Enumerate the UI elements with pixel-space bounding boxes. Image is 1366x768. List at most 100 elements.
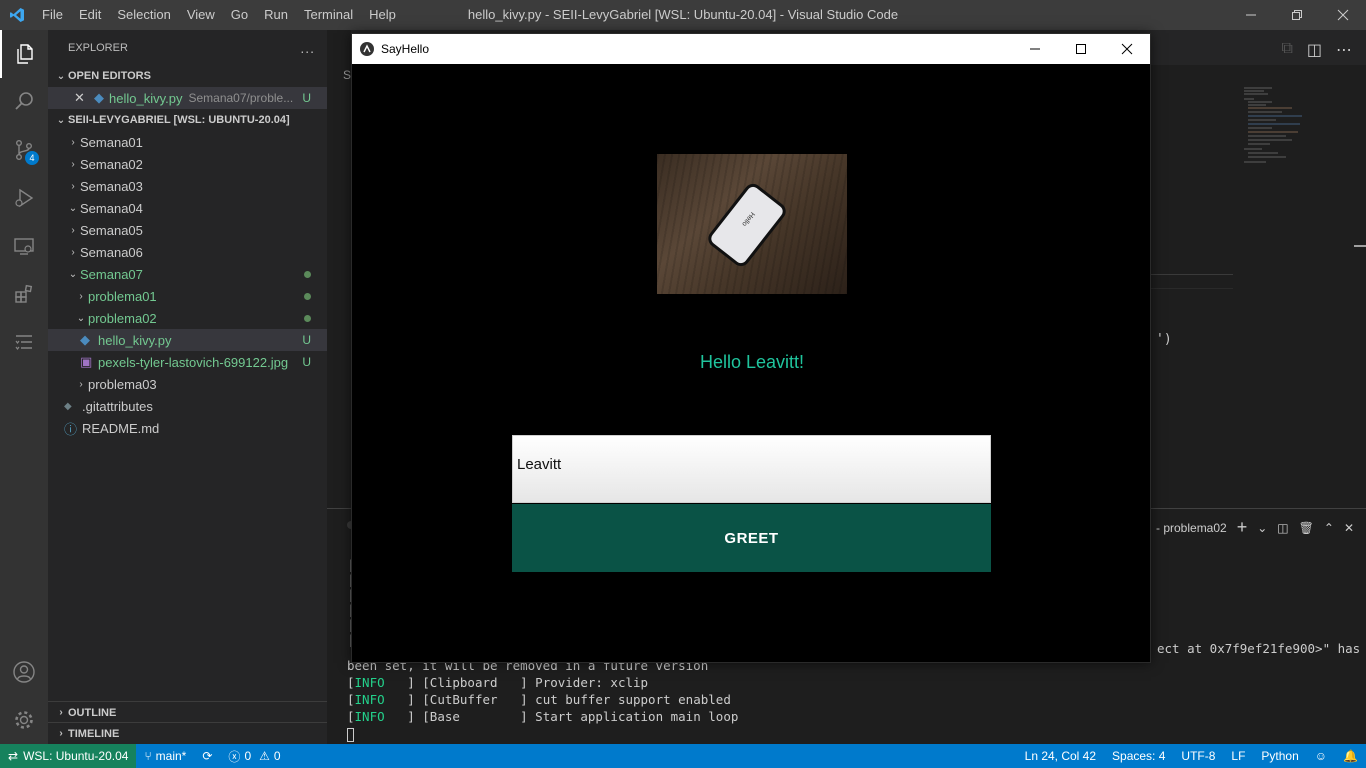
menu-help[interactable]: Help: [361, 0, 404, 30]
settings-gear-icon[interactable]: [0, 696, 48, 744]
greet-button[interactable]: GREET: [512, 504, 991, 572]
split-editor-icon[interactable]: ◫: [1307, 40, 1322, 60]
extensions-icon[interactable]: [0, 270, 48, 318]
menu-edit[interactable]: Edit: [71, 0, 109, 30]
warning-count: 0: [273, 749, 281, 763]
source-control-icon[interactable]: 4: [0, 126, 48, 174]
tree-file-selected[interactable]: ◆ hello_kivy.py U: [48, 329, 327, 351]
untracked-status: U: [302, 333, 311, 347]
sync-button[interactable]: ⟳: [194, 749, 220, 763]
open-editor-item[interactable]: ✕ ◆ hello_kivy.py Semana07/proble... U: [48, 87, 327, 109]
trash-icon[interactable]: 🗑: [1299, 521, 1314, 535]
new-terminal-icon[interactable]: +: [1237, 517, 1248, 538]
split-terminal-icon[interactable]: ◫: [1277, 521, 1288, 535]
testing-icon[interactable]: [0, 318, 48, 366]
chevron-right-icon: ›: [59, 728, 63, 739]
menu-bar: File Edit Selection View Go Run Terminal…: [34, 0, 404, 30]
close-button[interactable]: [1320, 0, 1366, 30]
folder-label: problema01: [88, 288, 157, 304]
menu-terminal[interactable]: Terminal: [296, 0, 361, 30]
tree-folder[interactable]: ⌄ Semana07: [48, 263, 327, 285]
vscode-logo-icon: [0, 0, 34, 30]
tree-folder[interactable]: › problema01: [48, 285, 327, 307]
explorer-sidebar: EXPLORER ... ⌄ OPEN EDITORS ✕ ◆ hello_ki…: [48, 30, 327, 744]
tree-file[interactable]: ◆ .gitattributes: [48, 395, 327, 417]
divider: [1147, 288, 1233, 289]
menu-selection[interactable]: Selection: [109, 0, 178, 30]
tree-folder[interactable]: ⌄ Semana04: [48, 197, 327, 219]
feedback-icon[interactable]: ☺: [1307, 749, 1335, 763]
image-file-icon: ▣: [80, 354, 93, 369]
menu-go[interactable]: Go: [223, 0, 256, 30]
notifications-bell-icon[interactable]: 🔔: [1335, 749, 1366, 763]
editor-tab[interactable]: [327, 30, 351, 65]
chevron-down-icon: ⌄: [56, 70, 66, 82]
branch-indicator[interactable]: ⑂ main*: [136, 749, 194, 763]
menu-run[interactable]: Run: [256, 0, 296, 30]
minimize-button[interactable]: [1012, 34, 1058, 64]
explorer-icon[interactable]: [0, 30, 48, 78]
search-icon[interactable]: [0, 78, 48, 126]
git-modified-dot: [304, 292, 311, 300]
python-file-icon: ◆: [80, 332, 90, 347]
close-panel-icon[interactable]: ✕: [1344, 521, 1354, 535]
tree-file[interactable]: ⓘ README.md: [48, 417, 327, 439]
tree-folder[interactable]: › Semana03: [48, 175, 327, 197]
minimize-button[interactable]: [1228, 0, 1274, 30]
minimap[interactable]: [1242, 85, 1312, 170]
tree-file[interactable]: ▣ pexels-tyler-lastovich-699122.jpg U: [48, 351, 327, 373]
remote-indicator[interactable]: ⇄ WSL: Ubuntu-20.04: [0, 744, 137, 768]
tree-folder[interactable]: › Semana01: [48, 131, 327, 153]
window-controls: [1228, 0, 1366, 30]
end-of-line[interactable]: LF: [1223, 749, 1253, 763]
maximize-panel-icon[interactable]: ⌃: [1324, 521, 1334, 535]
open-editors-header[interactable]: ⌄ OPEN EDITORS: [48, 65, 327, 87]
terminal-name[interactable]: - problema02: [1156, 521, 1227, 535]
tree-folder[interactable]: › Semana02: [48, 153, 327, 175]
folder-label: problema02: [88, 310, 157, 326]
greeting-label: Hello Leavitt!: [699, 352, 805, 372]
problems-indicator[interactable]: ⓧ 0 ⚠ 0: [220, 748, 288, 765]
name-input[interactable]: Leavitt: [512, 435, 991, 503]
workspace-header[interactable]: ⌄ SEII-LEVYGABRIEL [WSL: UBUNTU-20.04]: [48, 109, 327, 131]
maximize-button[interactable]: [1058, 34, 1104, 64]
cursor-position[interactable]: Ln 24, Col 42: [1017, 749, 1104, 763]
more-actions-icon[interactable]: ⋯: [1336, 40, 1352, 60]
remote-explorer-icon[interactable]: [0, 222, 48, 270]
chevron-right-icon: ›: [71, 136, 75, 148]
sayhello-titlebar: SayHello: [352, 34, 1150, 64]
scrollbar-thumb[interactable]: [1354, 245, 1366, 247]
account-icon[interactable]: [0, 648, 48, 696]
untracked-status: U: [302, 355, 311, 369]
title-bar: File Edit Selection View Go Run Terminal…: [0, 0, 1366, 30]
close-editor-icon[interactable]: ✕: [74, 90, 90, 106]
menu-file[interactable]: File: [34, 0, 71, 30]
indentation[interactable]: Spaces: 4: [1104, 749, 1173, 763]
chevron-right-icon: ›: [71, 246, 75, 258]
log-level: INFO: [354, 675, 385, 690]
chevron-down-icon[interactable]: ⌄: [1257, 521, 1267, 535]
chevron-right-icon: ›: [59, 707, 63, 718]
tree-folder[interactable]: › problema03: [48, 373, 327, 395]
tree-folder[interactable]: ⌄ problema02: [48, 307, 327, 329]
status-right: Ln 24, Col 42 Spaces: 4 UTF-8 LF Python …: [1017, 744, 1366, 768]
restore-button[interactable]: [1274, 0, 1320, 30]
breadcrumb: S: [343, 68, 352, 82]
menu-view[interactable]: View: [179, 0, 223, 30]
encoding[interactable]: UTF-8: [1173, 749, 1223, 763]
log-message: Start application main loop: [535, 709, 739, 724]
chevron-down-icon: ⌄: [68, 268, 78, 280]
tree-folder[interactable]: › Semana05: [48, 219, 327, 241]
divider: [1147, 274, 1233, 275]
run-debug-icon[interactable]: [0, 174, 48, 222]
language-mode[interactable]: Python: [1253, 749, 1306, 763]
untracked-status: U: [302, 91, 311, 105]
outline-section[interactable]: › OUTLINE: [48, 701, 327, 723]
open-changes-icon[interactable]: ⧉: [1281, 40, 1292, 60]
close-button[interactable]: [1104, 34, 1150, 64]
timeline-section[interactable]: › TIMELINE: [48, 722, 327, 744]
terminal-cursor[interactable]: [347, 728, 354, 742]
remote-label: WSL: Ubuntu-20.04: [23, 749, 129, 763]
tree-folder[interactable]: › Semana06: [48, 241, 327, 263]
more-actions-button[interactable]: ...: [300, 40, 315, 56]
